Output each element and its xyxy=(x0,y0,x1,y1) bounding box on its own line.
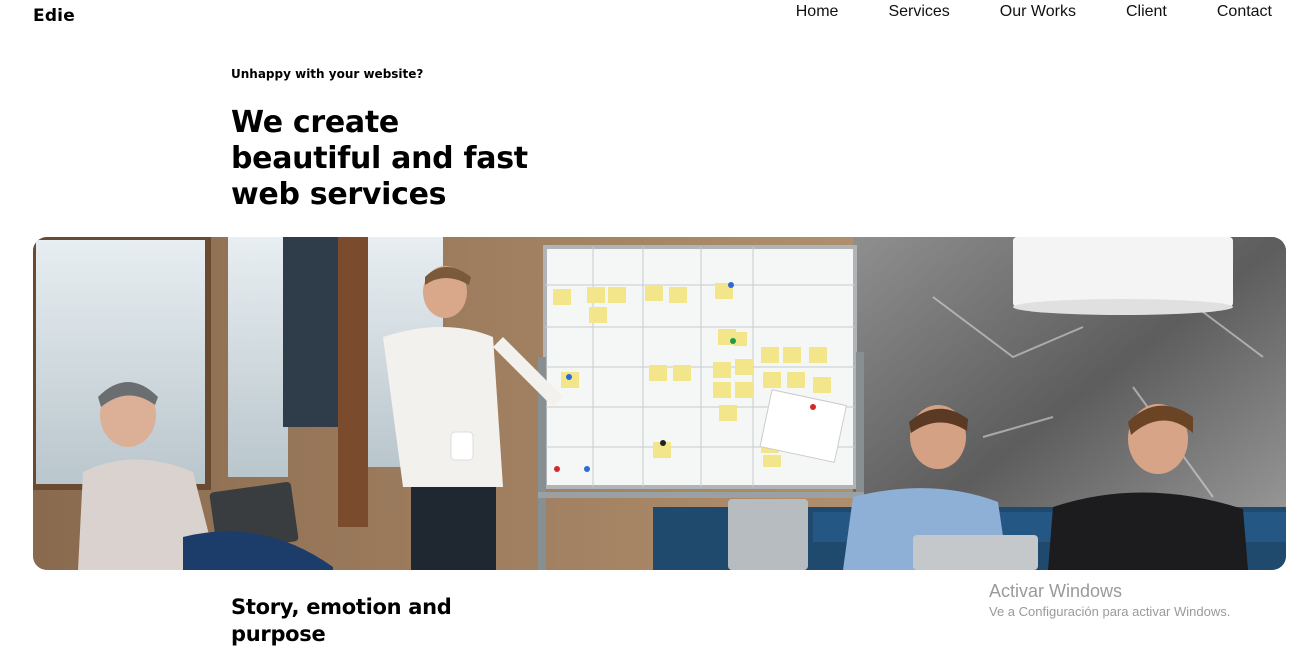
subhead-line-2: purpose xyxy=(231,622,326,646)
hero-headline-line-1: We create xyxy=(231,105,399,140)
nav-our-works-link[interactable]: Our Works xyxy=(975,2,1101,22)
hero-eyebrow: Unhappy with your website? xyxy=(231,67,424,81)
activate-windows-watermark: Activar Windows Ve a Configuración para … xyxy=(989,580,1230,621)
watermark-subtitle: Ve a Configuración para activar Windows. xyxy=(989,604,1231,619)
nav-home-link[interactable]: Home xyxy=(771,2,864,22)
site-logo[interactable]: Edie xyxy=(33,6,75,26)
main-nav: Home Services Our Works Client Contact xyxy=(771,2,1272,22)
watermark-title: Activar Windows xyxy=(989,581,1123,601)
subhead-line-1: Story, emotion and xyxy=(231,595,452,619)
hero-headline-line-3: web services xyxy=(231,177,447,212)
hero-headline-line-2: beautiful and fast xyxy=(231,141,528,176)
hero-image xyxy=(33,237,1286,570)
hero-headline: We create beautiful and fast web service… xyxy=(231,105,561,213)
nav-services-link[interactable]: Services xyxy=(863,2,974,22)
section-subhead: Story, emotion and purpose xyxy=(231,594,531,648)
nav-contact-link[interactable]: Contact xyxy=(1192,2,1272,22)
nav-client-link[interactable]: Client xyxy=(1101,2,1192,22)
team-meeting-photo xyxy=(33,237,1286,570)
